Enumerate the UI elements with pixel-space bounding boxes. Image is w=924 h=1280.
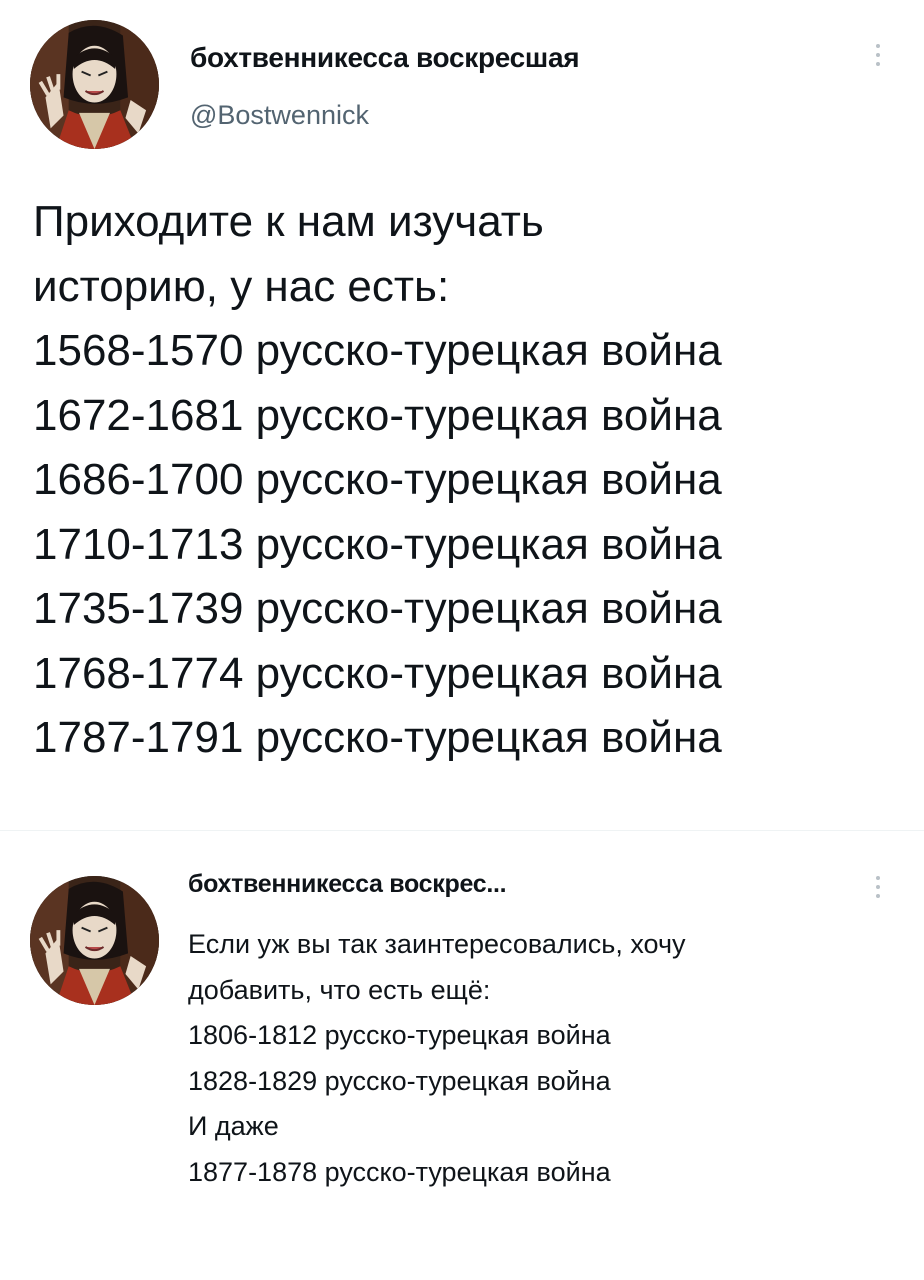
tweet-text-line: историю, у нас есть: xyxy=(33,261,450,311)
tweet-text-line: 1672-1681 русско-турецкая война xyxy=(33,390,722,440)
more-options-button[interactable] xyxy=(868,872,888,912)
tweet-text-line: 1568-1570 русско-турецкая война xyxy=(33,326,722,375)
tweet-text-line: Приходите к нам изучать xyxy=(33,197,544,246)
avatar[interactable] xyxy=(30,876,159,1005)
avatar-anime-character-icon xyxy=(30,876,159,1005)
author-handle[interactable]: @Bostwennick xyxy=(190,100,369,131)
reply-text-line: И даже xyxy=(188,1111,279,1141)
tweet-divider xyxy=(0,830,924,831)
reply-text-line: 1877-1878 русско-турецкая война xyxy=(188,1156,611,1187)
reply-text-line: 1806-1812 русско-турецкая война xyxy=(188,1020,611,1050)
more-vertical-icon xyxy=(868,40,888,66)
author-display-name[interactable]: бохтвенникесса воскресшая xyxy=(190,42,580,74)
main-tweet: бохтвенникесса воскресшая @Bostwennick П… xyxy=(0,0,924,830)
tweet-text-line: 1735-1739 русско-турецкая война xyxy=(33,584,722,633)
tweet-text: Приходите к нам изучать историю, у нас е… xyxy=(33,190,903,771)
avatar[interactable] xyxy=(30,20,159,149)
more-options-button[interactable] xyxy=(868,40,888,80)
reply-text-line: добавить, что есть ещё: xyxy=(188,974,491,1005)
reply-text-line: Если уж вы так заинтересовались, хочу xyxy=(188,929,686,959)
tweet-text-line: 1787-1791 русско-турецкая война xyxy=(33,713,722,762)
avatar-anime-character-icon xyxy=(30,20,159,149)
author-display-name[interactable]: бохтвенникесса воскрес... xyxy=(188,870,507,899)
tweet-text-line: 1710-1713 русско-турецкая война xyxy=(33,519,722,569)
more-vertical-icon xyxy=(868,872,888,898)
reply-text-line: 1828-1829 русско-турецкая война xyxy=(188,1065,611,1096)
tweet-text-line: 1768-1774 русско-турецкая война xyxy=(33,648,722,698)
tweet-text-line: 1686-1700 русско-турецкая война xyxy=(33,455,722,504)
reply-text: Если уж вы так заинтересовались, хочу до… xyxy=(188,922,888,1195)
